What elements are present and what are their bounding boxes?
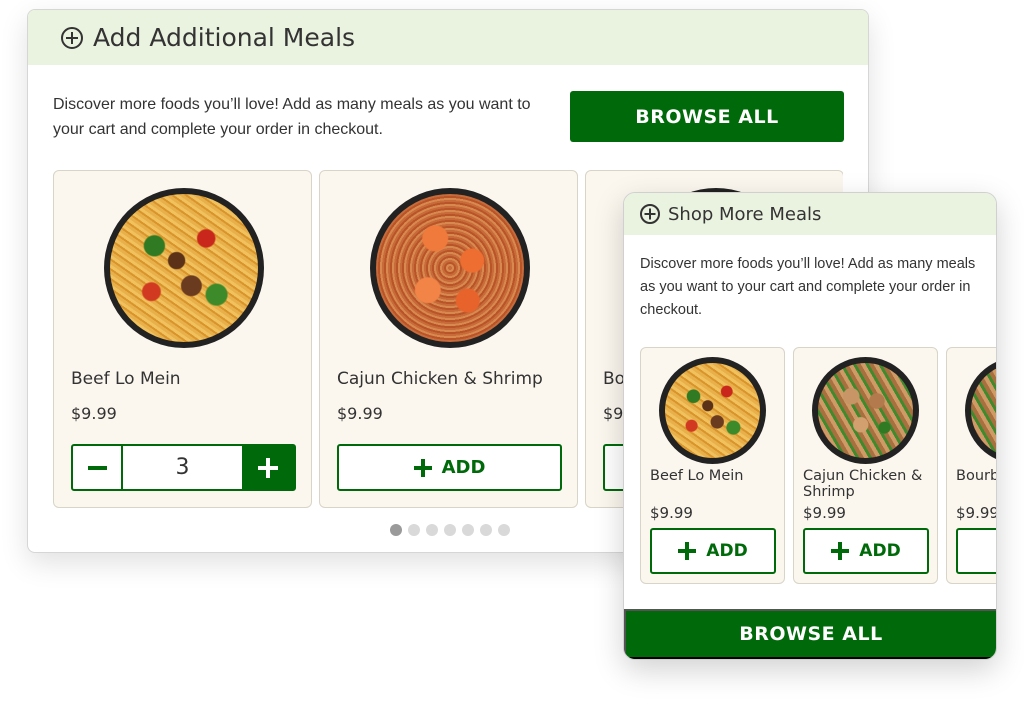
browse-all-button[interactable]: BROWSE ALL	[570, 91, 844, 142]
pagination-dot[interactable]	[480, 524, 492, 536]
meal-price: $9.99	[337, 404, 383, 423]
beef-lo-mein-image	[104, 188, 264, 348]
minus-icon	[87, 465, 107, 470]
mobile-meal-carousel: Beef Lo Mein $9.99 ADD Cajun Chicken & S…	[640, 347, 997, 587]
pagination-dot[interactable]	[408, 524, 420, 536]
meal-price: $9.99	[71, 404, 117, 423]
increase-quantity-button[interactable]	[242, 446, 294, 489]
mobile-meals-widget: Shop More Meals Discover more foods you’…	[623, 192, 997, 660]
pagination-dot[interactable]	[498, 524, 510, 536]
plus-circle-icon	[640, 204, 660, 224]
add-label: ADD	[441, 457, 486, 478]
plus-icon	[831, 542, 849, 560]
decrease-quantity-button[interactable]	[73, 446, 123, 489]
meal-card-beef-lo-mein: Beef Lo Mein $9.99 ADD	[640, 347, 785, 584]
pagination-dot[interactable]	[462, 524, 474, 536]
meal-price: $9	[603, 404, 624, 423]
pagination-dot[interactable]	[444, 524, 456, 536]
carousel-pagination	[390, 524, 510, 536]
meal-name: Cajun Chicken & Shrimp	[337, 369, 543, 389]
partial-meal-image	[965, 357, 996, 464]
quantity-value: 3	[175, 455, 190, 480]
cajun-chicken-shrimp-image	[370, 188, 530, 348]
add-button[interactable]: ADD	[337, 444, 562, 491]
meal-name: Bourb	[956, 468, 997, 484]
plus-icon	[678, 542, 696, 560]
add-button[interactable]: ADD	[803, 528, 929, 574]
meal-price: $9.99	[956, 504, 997, 522]
cajun-chicken-shrimp-image	[812, 357, 919, 464]
pagination-dot[interactable]	[426, 524, 438, 536]
meal-card-cajun-chicken-shrimp: Cajun Chicken & Shrimp $9.99 ADD	[319, 170, 578, 508]
mobile-header: Shop More Meals	[624, 193, 996, 235]
plus-circle-icon	[61, 26, 83, 49]
meal-card-partial: Bourb $9.99	[946, 347, 997, 584]
mobile-title: Shop More Meals	[668, 203, 822, 225]
meal-name: Cajun Chicken & Shrimp	[803, 468, 923, 500]
desktop-title: Add Additional Meals	[93, 23, 356, 52]
desktop-intro-text: Discover more foods you’ll love! Add as …	[53, 96, 531, 138]
beef-lo-mein-image	[659, 357, 766, 464]
meal-price: $9.99	[803, 504, 846, 522]
add-button[interactable]	[956, 528, 996, 574]
pagination-dot[interactable]	[390, 524, 402, 536]
add-label: ADD	[859, 541, 901, 561]
meal-name: Bo	[603, 369, 626, 389]
meal-name: Beef Lo Mein	[650, 468, 744, 484]
meal-card-beef-lo-mein: Beef Lo Mein $9.99 3	[53, 170, 312, 508]
add-button[interactable]: ADD	[650, 528, 776, 574]
meal-name: Beef Lo Mein	[71, 369, 181, 389]
mobile-intro-text: Discover more foods you’ll love! Add as …	[640, 256, 976, 318]
desktop-header: Add Additional Meals	[28, 10, 868, 65]
meal-price: $9.99	[650, 504, 693, 522]
browse-all-button[interactable]: BROWSE ALL	[624, 609, 996, 659]
quantity-stepper: 3	[71, 444, 296, 491]
add-label: ADD	[706, 541, 748, 561]
meal-card-cajun-chicken-shrimp: Cajun Chicken & Shrimp $9.99 ADD	[793, 347, 938, 584]
plus-icon	[414, 459, 432, 477]
